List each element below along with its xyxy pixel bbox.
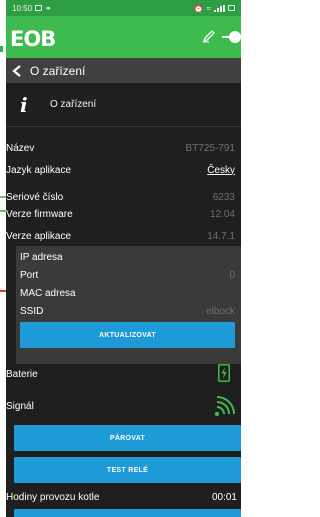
back-arrow-icon[interactable] <box>12 64 22 77</box>
power-plug-icon[interactable] <box>222 29 241 45</box>
nfc-icon: ⚭ <box>45 3 52 13</box>
info-row-language[interactable]: Jazyk aplikace Česky <box>6 160 241 180</box>
signal-strength-icon <box>214 396 235 417</box>
ssid-value: elbock <box>206 305 235 317</box>
strip-green-marker <box>0 46 3 52</box>
info-key: Verze aplikace <box>6 230 72 242</box>
page-title: O zařízení <box>30 63 86 78</box>
language-select[interactable]: Česky <box>207 165 235 176</box>
info-value: 6233 <box>212 191 235 203</box>
battery-label: Baterie <box>6 369 38 380</box>
net-row-ip: IP adresa <box>20 248 235 266</box>
info-row-name: Název BT725-791 <box>6 138 241 158</box>
signal-label: Signál <box>6 401 34 412</box>
gallery-icon <box>35 5 43 11</box>
title-bar: O zařízení <box>6 58 241 83</box>
info-icon: i <box>20 92 28 117</box>
status-bar: 10:50 ⚭ ⏰ ≈ <box>6 0 241 16</box>
ip-label: IP adresa <box>20 251 63 263</box>
bottom-button-partial[interactable] <box>14 509 241 517</box>
test-relay-button[interactable]: TEST RELÉ <box>14 457 241 483</box>
app-logo: EOB <box>10 27 56 51</box>
info-row-firmware: Verze firmware 12.04 <box>6 204 241 224</box>
network-panel: IP adresa Port 0 MAC adresa SSID elbock … <box>16 246 241 364</box>
wifi-icon: ≈ <box>206 3 211 13</box>
update-button[interactable]: AKTUALIZOVAT <box>20 322 235 348</box>
boiler-hours-label: Hodiny provozu kotle <box>6 491 100 503</box>
info-row-app-version: Verze aplikace 14.7.1 <box>6 226 241 246</box>
info-key: Seriové číslo <box>6 191 64 203</box>
battery-charging-icon <box>218 364 230 382</box>
port-value: 0 <box>229 269 235 281</box>
status-time: 10:50 <box>12 3 33 13</box>
app-bar: EOB <box>6 16 241 58</box>
net-row-port: Port 0 <box>20 266 235 284</box>
section-label: O zařízení <box>50 99 97 110</box>
info-key: Verze firmware <box>6 208 73 220</box>
phone-screen: 10:50 ⚭ ⏰ ≈ EOB O zařízení i O zařízení <box>6 0 241 517</box>
port-label: Port <box>20 269 39 281</box>
section-header: i O zařízení <box>6 83 241 127</box>
info-key: Název <box>6 142 35 154</box>
boiler-hours-value: 00:01 <box>211 491 237 503</box>
pencil-icon[interactable] <box>202 29 216 43</box>
mac-label: MAC adresa <box>20 287 76 299</box>
boiler-hours-row: Hodiny provozu kotle 00:01 <box>6 487 241 507</box>
net-row-mac: MAC adresa <box>20 284 235 302</box>
ssid-label: SSID <box>20 305 44 317</box>
info-value: BT725-791 <box>185 142 235 154</box>
net-row-ssid: SSID elbock <box>20 302 235 320</box>
info-key: Jazyk aplikace <box>6 164 72 176</box>
cell-signal-icon <box>214 4 225 12</box>
alarm-icon: ⏰ <box>193 3 204 13</box>
info-value: 14.7.1 <box>207 230 235 242</box>
info-value: 12.04 <box>209 208 235 220</box>
battery-status-icon <box>228 5 235 11</box>
pair-button[interactable]: PÁROVAT <box>14 425 241 451</box>
